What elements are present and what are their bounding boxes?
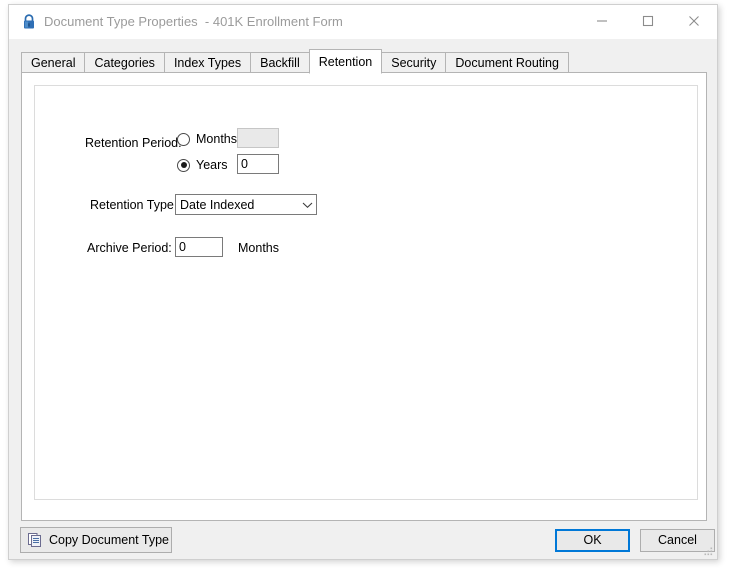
tab-retention[interactable]: Retention [308, 49, 383, 74]
tab-index-types[interactable]: Index Types [163, 52, 252, 73]
retention-settings-panel: Retention Period: Months Years 0 Retenti… [34, 85, 698, 500]
radio-retention-years[interactable]: Years [177, 158, 228, 172]
radio-months-mark [177, 132, 190, 146]
archive-period-input[interactable]: 0 [175, 237, 223, 257]
radio-retention-months[interactable]: Months [177, 132, 237, 146]
tab-page-retention: Retention Period: Months Years 0 Retenti… [21, 72, 707, 521]
maximize-icon[interactable] [625, 5, 671, 36]
resize-grip[interactable] [702, 544, 714, 556]
ok-button[interactable]: OK [555, 529, 630, 552]
tab-document-routing[interactable]: Document Routing [445, 52, 569, 73]
copy-document-icon [27, 532, 43, 548]
archive-period-units: Months [238, 241, 279, 255]
tab-strip: General Categories Index Types Backfill … [21, 49, 569, 74]
tab-general[interactable]: General [21, 52, 86, 73]
retention-years-input[interactable]: 0 [237, 154, 279, 174]
radio-years-mark [177, 158, 190, 172]
radio-months-label: Months [196, 132, 237, 146]
radio-years-label: Years [196, 158, 228, 172]
tab-backfill[interactable]: Backfill [250, 52, 310, 73]
window-title: Document Type Properties - 401K Enrollme… [44, 14, 343, 29]
dialog-window: Document Type Properties - 401K Enrollme… [8, 4, 718, 560]
chevron-down-icon [298, 201, 316, 209]
retention-type-value: Date Indexed [180, 197, 255, 212]
retention-period-label: Retention Period: [85, 136, 182, 150]
copy-document-type-button[interactable]: Copy Document Type [20, 527, 172, 553]
tab-categories[interactable]: Categories [84, 52, 165, 73]
retention-months-input[interactable] [237, 128, 279, 148]
archive-period-label: Archive Period: [87, 241, 172, 255]
lock-icon [20, 13, 38, 31]
title-bar: Document Type Properties - 401K Enrollme… [9, 5, 717, 39]
retention-type-dropdown[interactable]: Date Indexed [175, 194, 317, 215]
tab-security[interactable]: Security [381, 52, 447, 73]
copy-document-type-label: Copy Document Type [49, 533, 169, 547]
minimize-icon[interactable] [579, 5, 625, 36]
retention-type-label: Retention Type: [90, 198, 178, 212]
close-icon[interactable] [671, 5, 717, 36]
